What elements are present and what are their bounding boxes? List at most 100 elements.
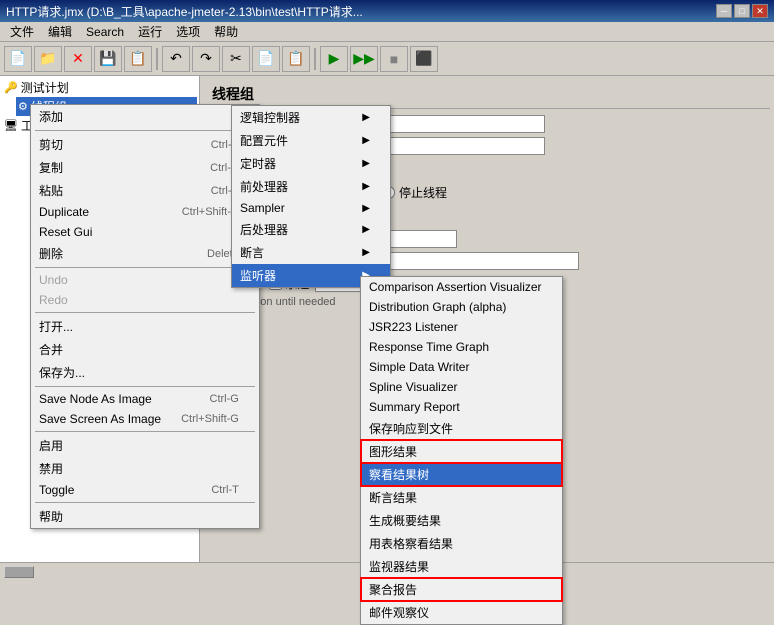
tree-plan-label: 测试计划 <box>21 79 69 96</box>
ctx-merge[interactable]: 合并 <box>31 338 259 361</box>
listener-comparison[interactable]: Comparison Assertion Visualizer <box>361 277 562 297</box>
listener-assert[interactable]: 断言结果 <box>361 486 562 509</box>
listener-graph[interactable]: 图形结果 <box>361 440 562 463</box>
submenu-add: 逻辑控制器 ▶ 配置元件 ▶ 定时器 ▶ 前处理器 ▶ Sampler ▶ <box>231 105 391 288</box>
submenu-sampler-label: Sampler <box>240 201 285 215</box>
listener-jsr223[interactable]: JSR223 Listener <box>361 317 562 337</box>
ctx-paste[interactable]: 粘贴 Ctrl-V <box>31 179 259 202</box>
ctx-sep4 <box>35 386 255 387</box>
ctx-sep3 <box>35 312 255 313</box>
ctx-add[interactable]: 添加 ▶ <box>31 105 259 128</box>
ctx-sep2 <box>35 267 255 268</box>
submenu-listener: Comparison Assertion Visualizer Distribu… <box>360 276 563 625</box>
listener-assert-label: 断言结果 <box>369 489 417 506</box>
ctx-save-node[interactable]: Save Node As Image Ctrl-G <box>31 389 259 409</box>
listener-mail[interactable]: 邮件观察仪 <box>361 601 562 624</box>
title-text: HTTP请求.jmx (D:\B_工具\apache-jmeter-2.13\b… <box>6 3 363 20</box>
toolbar-sep1 <box>156 48 158 70</box>
listener-tree-label: 察看结果树 <box>369 466 429 483</box>
menu-search[interactable]: Search <box>80 23 130 41</box>
ctx-toggle[interactable]: Toggle Ctrl-T <box>31 480 259 500</box>
listener-responsetime[interactable]: Response Time Graph <box>361 337 562 357</box>
radio-stop-thread[interactable]: 停止线程 <box>382 184 447 201</box>
ctx-save-screen[interactable]: Save Screen As Image Ctrl+Shift-G <box>31 409 259 429</box>
ramp-up-input[interactable] <box>379 252 579 270</box>
ctx-save-node-label: Save Node As Image <box>39 392 152 406</box>
submenu-config-label: 配置元件 <box>240 132 288 149</box>
listener-spline[interactable]: Spline Visualizer <box>361 377 562 397</box>
ctx-toggle-label: Toggle <box>39 483 74 497</box>
listener-spline-label: Spline Visualizer <box>369 380 458 394</box>
tree-item-plan[interactable]: 🔑 测试计划 <box>2 78 197 97</box>
error-button[interactable]: ✕ <box>64 46 92 72</box>
listener-tree[interactable]: 察看结果树 <box>361 463 562 486</box>
radio-stop-thread-label: 停止线程 <box>399 184 447 201</box>
maximize-button[interactable]: □ <box>734 4 750 18</box>
expand-button[interactable]: ▶ <box>320 46 348 72</box>
menu-options[interactable]: 选项 <box>170 21 206 42</box>
menu-file[interactable]: 文件 <box>4 21 40 42</box>
new-button[interactable]: 📄 <box>4 46 32 72</box>
ctx-open-label: 打开... <box>39 318 73 335</box>
listener-distribution[interactable]: Distribution Graph (alpha) <box>361 297 562 317</box>
open-button[interactable]: 📁 <box>34 46 62 72</box>
ctx-add-label: 添加 <box>39 108 63 125</box>
submenu-logic-label: 逻辑控制器 <box>240 109 300 126</box>
ctx-enable[interactable]: 启用 <box>31 434 259 457</box>
submenu-assert-label: 断言 <box>240 244 264 261</box>
listener-summary[interactable]: Summary Report <box>361 397 562 417</box>
menu-edit[interactable]: 编辑 <box>42 21 78 42</box>
menu-help[interactable]: 帮助 <box>208 21 244 42</box>
ctx-duplicate[interactable]: Duplicate Ctrl+Shift-C <box>31 202 259 222</box>
scroll-thumb[interactable] <box>4 566 34 578</box>
ctx-save-screen-label: Save Screen As Image <box>39 412 161 426</box>
ctx-redo[interactable]: Redo <box>31 290 259 310</box>
minimize-button[interactable]: ─ <box>716 4 732 18</box>
stop-button[interactable]: ■ <box>380 46 408 72</box>
submenu-preproc[interactable]: 前处理器 ▶ <box>232 175 390 198</box>
listener-aggregate[interactable]: 聚合报告 <box>361 578 562 601</box>
listener-table[interactable]: 用表格察看结果 <box>361 532 562 555</box>
undo-button[interactable]: ↶ <box>162 46 190 72</box>
listener-generate[interactable]: 生成概要结果 <box>361 509 562 532</box>
workbench-icon: 🖥 <box>4 119 18 132</box>
copy-button[interactable]: 📄 <box>252 46 280 72</box>
close-button[interactable]: ✕ <box>752 4 768 18</box>
listener-saveresp[interactable]: 保存响应到文件 <box>361 417 562 440</box>
ctx-resetgui[interactable]: Reset Gui <box>31 222 259 242</box>
stop2-button[interactable]: ⬛ <box>410 46 438 72</box>
submenu-logic[interactable]: 逻辑控制器 ▶ <box>232 106 390 129</box>
listener-monitor[interactable]: 监视器结果 <box>361 555 562 578</box>
main-area: 🔑 测试计划 ⚙ 线程组 🖥 工作台 线程组 名称: 注释: <box>0 76 774 562</box>
ctx-help[interactable]: 帮助 <box>31 505 259 528</box>
menu-run[interactable]: 运行 <box>132 21 168 42</box>
listener-jsr223-label: JSR223 Listener <box>369 320 458 334</box>
context-menu: 添加 ▶ 剪切 Ctrl-X 复制 Ctrl-C 粘贴 Ctrl-V Dupli… <box>30 104 260 529</box>
submenu-timer[interactable]: 定时器 ▶ <box>232 152 390 175</box>
listener-responsetime-label: Response Time Graph <box>369 340 489 354</box>
listener-monitor-label: 监视器结果 <box>369 558 429 575</box>
redo-button[interactable]: ↷ <box>192 46 220 72</box>
save-button[interactable]: 💾 <box>94 46 122 72</box>
submenu-assert[interactable]: 断言 ▶ <box>232 241 390 264</box>
listener-distribution-label: Distribution Graph (alpha) <box>369 300 506 314</box>
paste-button[interactable]: 📋 <box>282 46 310 72</box>
ctx-cut[interactable]: 剪切 Ctrl-X <box>31 133 259 156</box>
ctx-disable[interactable]: 禁用 <box>31 457 259 480</box>
submenu-config[interactable]: 配置元件 ▶ <box>232 129 390 152</box>
ctx-copy-label: 复制 <box>39 159 63 176</box>
ctx-undo[interactable]: Undo <box>31 270 259 290</box>
ctx-open[interactable]: 打开... <box>31 315 259 338</box>
run-button[interactable]: ▶▶ <box>350 46 378 72</box>
ctx-copy[interactable]: 复制 Ctrl-C <box>31 156 259 179</box>
ctx-saveas[interactable]: 保存为... <box>31 361 259 384</box>
ctx-resetgui-label: Reset Gui <box>39 225 92 239</box>
listener-simpledatawriter[interactable]: Simple Data Writer <box>361 357 562 377</box>
ctx-delete[interactable]: 删除 Delete <box>31 242 259 265</box>
submenu-postproc[interactable]: 后处理器 ▶ <box>232 218 390 241</box>
listener-graph-label: 图形结果 <box>369 443 417 460</box>
cut-button[interactable]: ✂ <box>222 46 250 72</box>
submenu-timer-label: 定时器 <box>240 155 276 172</box>
clipboard-button[interactable]: 📋 <box>124 46 152 72</box>
submenu-sampler[interactable]: Sampler ▶ <box>232 198 390 218</box>
